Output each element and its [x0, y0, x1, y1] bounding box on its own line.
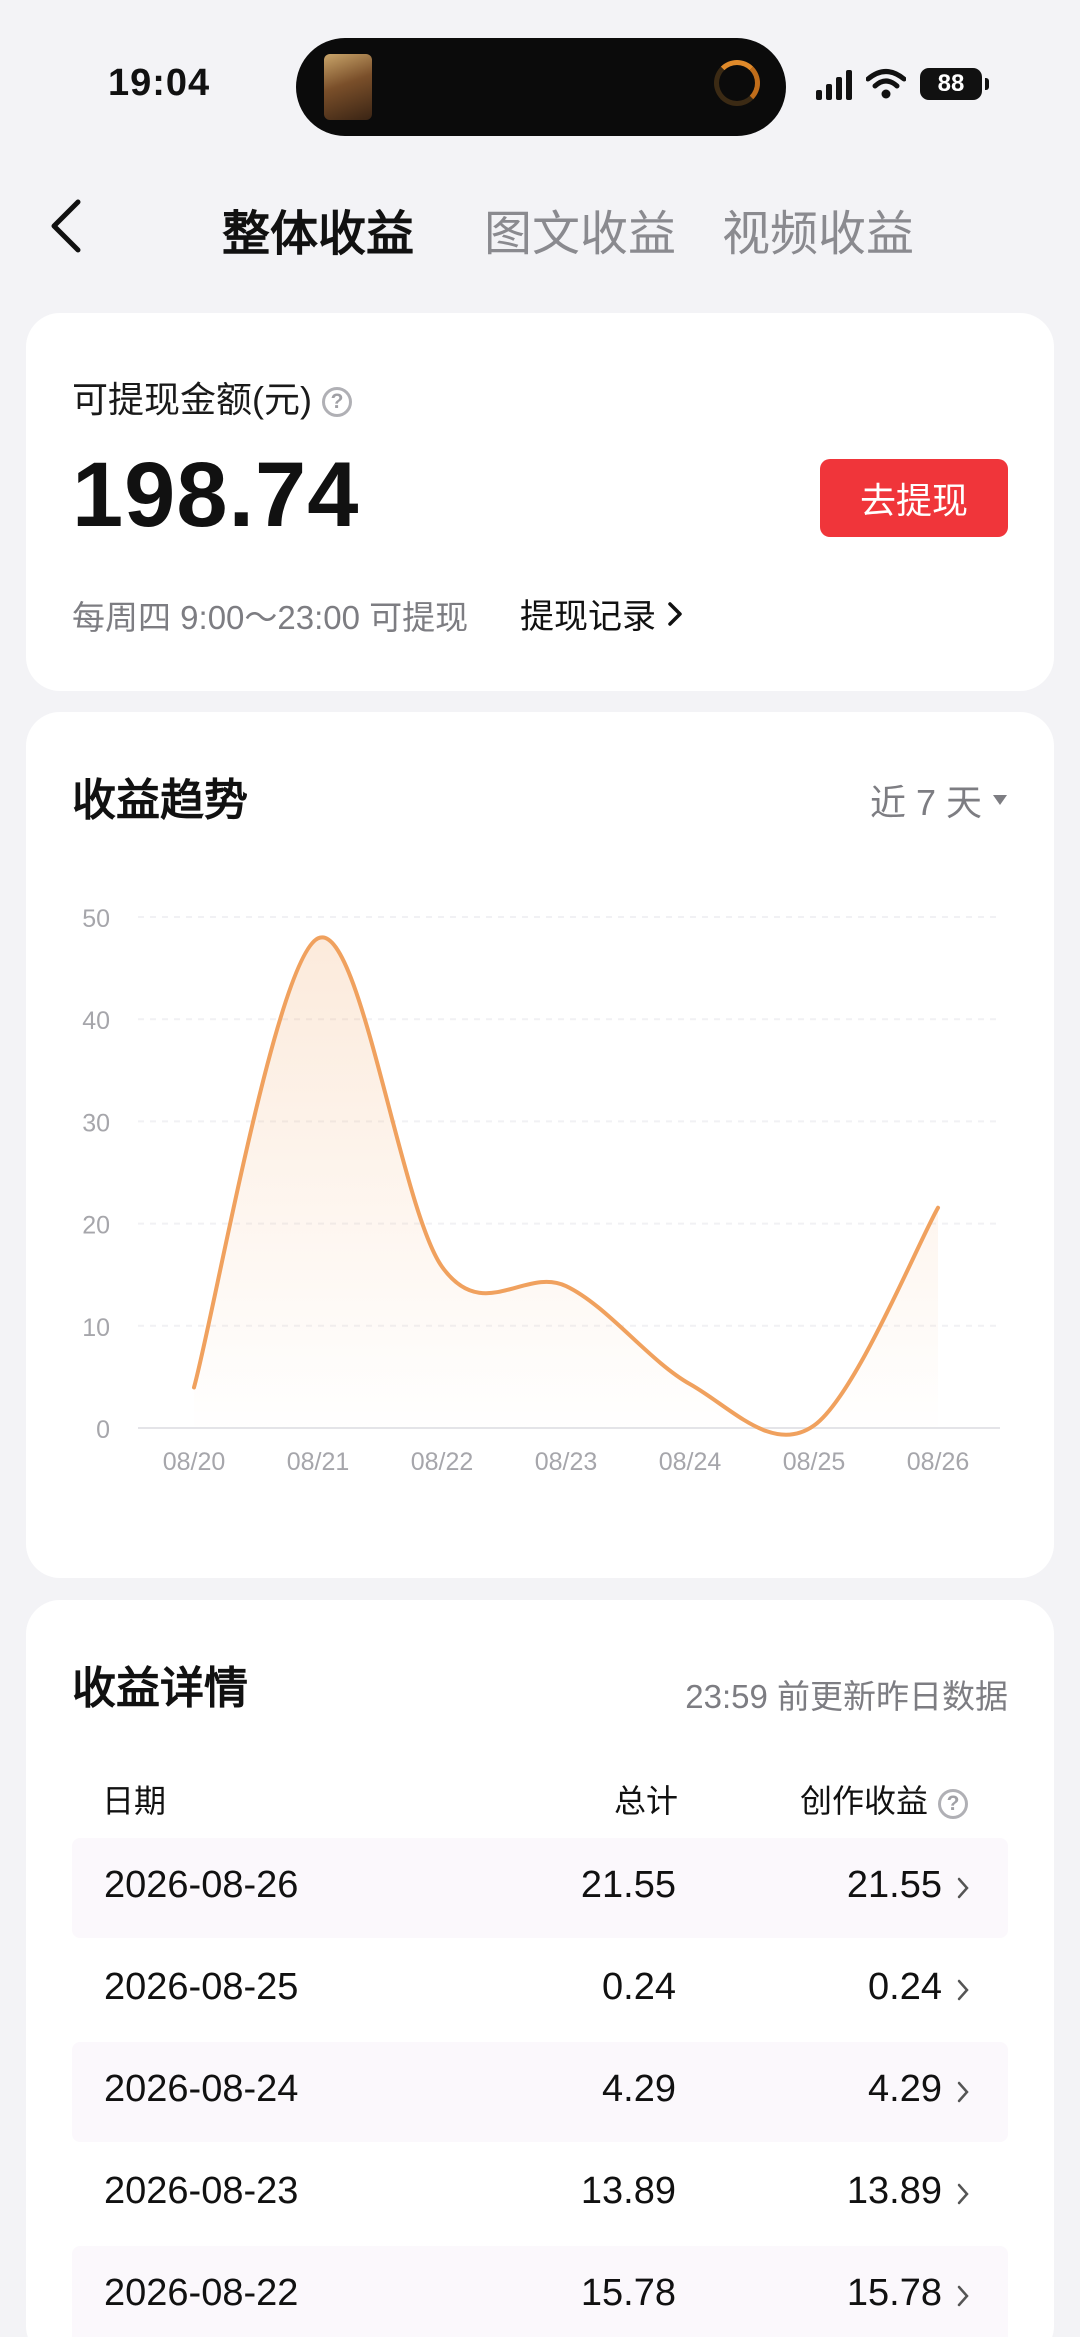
y-tick-label: 50: [82, 905, 110, 933]
row-date: 2026-08-26: [104, 1864, 299, 1906]
chevron-right-icon: [957, 2285, 969, 2307]
top-nav: 整体收益 图文收益 视频收益: [0, 170, 1080, 280]
status-icons: 88: [816, 64, 989, 104]
data-point: [936, 1206, 940, 1210]
data-point: [812, 1424, 816, 1428]
table-row[interactable]: 2026-08-26 21.55 21.55: [72, 1838, 1008, 1938]
help-icon[interactable]: ?: [938, 1788, 969, 1819]
x-tick-label: 08/20: [163, 1448, 226, 1476]
withdraw-schedule-note: 每周四 9:00～23:00 可提现: [72, 599, 469, 636]
table-row[interactable]: 2026-08-23 13.89 13.89: [72, 2144, 1008, 2244]
y-tick-label: 20: [82, 1212, 110, 1240]
x-tick-label: 08/24: [659, 1448, 722, 1476]
battery-icon: 88: [920, 68, 989, 100]
dynamic-island[interactable]: [296, 38, 786, 136]
chevron-right-icon: [957, 1979, 969, 2001]
detail-card: 收益详情 23:59 前更新昨日数据 日期 总计 创作收益? 2026-08-2…: [26, 1600, 1054, 2337]
trend-card: 收益趋势 近 7 天 0 10 20 30 40 50 08/20 08/21 08/22 08/…: [26, 712, 1054, 1578]
withdraw-record-label: 提现记录: [520, 598, 656, 636]
tab-video-earnings[interactable]: 视频收益: [722, 194, 914, 264]
withdrawable-amount: 198.74: [72, 444, 360, 546]
y-tick-label: 0: [96, 1416, 110, 1444]
withdraw-button[interactable]: 去提现: [820, 459, 1008, 537]
data-point: [688, 1382, 692, 1386]
y-tick-label: 10: [82, 1314, 110, 1342]
activity-ring-icon: [714, 60, 760, 106]
row-total: 21.55: [580, 1864, 676, 1906]
row-total: 15.78: [580, 2272, 676, 2314]
row-income: 21.55: [846, 1864, 942, 1906]
row-income: 13.89: [846, 2170, 942, 2212]
column-header-income-label: 创作收益: [800, 1783, 929, 1819]
cellular-signal-icon: [816, 68, 852, 100]
tab-overall-earnings[interactable]: 整体收益: [222, 194, 414, 264]
wifi-icon: [866, 69, 906, 99]
row-date: 2026-08-25: [104, 1966, 299, 2008]
withdrawable-label-text: 可提现金额(元): [72, 379, 312, 420]
row-income: 0.24: [868, 1966, 942, 2008]
row-date: 2026-08-22: [104, 2272, 299, 2314]
row-total: 4.29: [602, 2068, 676, 2110]
y-tick-label: 30: [82, 1109, 110, 1137]
back-arrow-icon[interactable]: [44, 196, 94, 256]
column-header-income: 创作收益?: [800, 1776, 969, 1822]
withdrawable-label: 可提现金额(元)?: [72, 371, 352, 423]
chevron-right-icon: [668, 601, 682, 626]
earnings-page: 19:04 88 整体收益 图文收益 视频收益 可提现金额(元)? 198.74…: [0, 0, 1080, 2337]
x-tick-label: 08/23: [535, 1448, 598, 1476]
balance-card: 可提现金额(元)? 198.74 去提现 每周四 9:00～23:00 可提现 …: [26, 313, 1054, 691]
update-note: 23:59 前更新昨日数据: [685, 1678, 1008, 1715]
table-row[interactable]: 2026-08-25 0.24 0.24: [72, 1940, 1008, 2040]
data-point: [316, 936, 320, 940]
row-total: 0.24: [602, 1966, 676, 2008]
row-date: 2026-08-24: [104, 2068, 299, 2110]
x-tick-label: 08/22: [411, 1448, 474, 1476]
table-row[interactable]: 2026-08-22 15.78 15.78: [72, 2246, 1008, 2337]
series-area: [194, 937, 938, 1435]
status-bar: 19:04 88: [0, 0, 1080, 150]
chevron-right-icon: [957, 1877, 969, 1899]
chevron-right-icon: [957, 2183, 969, 2205]
detail-title: 收益详情: [72, 1664, 248, 1713]
x-tick-label: 08/25: [783, 1448, 846, 1476]
data-point: [564, 1284, 568, 1288]
help-icon[interactable]: ?: [321, 387, 352, 418]
data-point: [192, 1385, 196, 1389]
row-date: 2026-08-23: [104, 2170, 299, 2212]
column-header-total: 总计: [614, 1783, 679, 1819]
status-time: 19:04: [108, 62, 211, 104]
row-total: 13.89: [580, 2170, 676, 2212]
y-tick-label: 40: [82, 1007, 110, 1035]
data-point: [440, 1265, 444, 1269]
chevron-right-icon: [957, 2081, 969, 2103]
x-tick-label: 08/21: [287, 1448, 350, 1476]
column-header-date: 日期: [102, 1783, 167, 1819]
table-row[interactable]: 2026-08-24 4.29 4.29: [72, 2042, 1008, 2142]
withdraw-record-link[interactable]: 提现记录: [520, 589, 684, 638]
earnings-trend-chart: 0 10 20 30 40 50 08/20 08/21 08/22 08/23 08/24 08/2…: [82, 905, 1000, 1476]
x-tick-label: 08/26: [907, 1448, 970, 1476]
media-thumbnail-icon: [324, 54, 372, 120]
row-income: 4.29: [868, 2068, 942, 2110]
row-income: 15.78: [846, 2272, 942, 2314]
tab-article-earnings[interactable]: 图文收益: [484, 194, 676, 264]
